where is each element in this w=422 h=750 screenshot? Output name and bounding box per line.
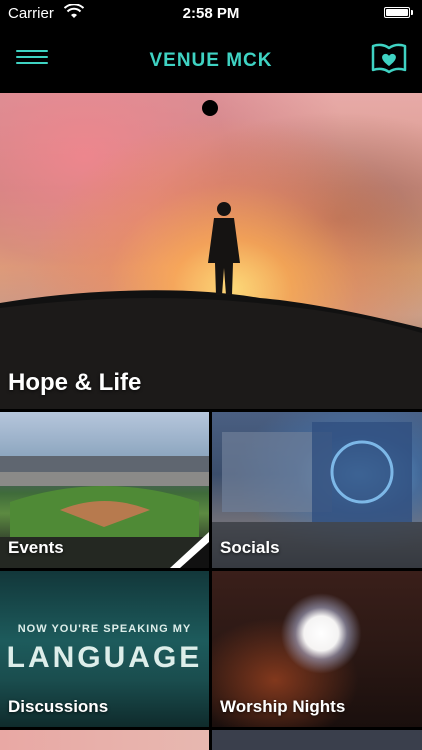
tile-label: Hope & Life (8, 369, 142, 396)
tile-label: Worship Nights (220, 697, 346, 716)
camera-notch-dot (202, 100, 218, 116)
tile-label: Socials (220, 538, 280, 557)
art-text-line1: NOW YOU'RE SPEAKING MY (17, 623, 192, 635)
tile-label: Events (8, 538, 64, 557)
tile-discussions[interactable]: NOW YOU'RE SPEAKING MY LANGUAGE Discussi… (0, 571, 209, 727)
tile-worship-nights[interactable]: Worship Nights (212, 571, 422, 727)
tile-label: Discussions (8, 697, 109, 716)
status-time: 2:58 PM (182, 5, 240, 22)
art-text-line2: LANGUAGE (6, 641, 203, 674)
tile-events[interactable]: Events (0, 412, 209, 568)
hero-silhouette-image (0, 202, 422, 409)
app-title: VENUE MCK (149, 50, 273, 71)
battery-icon (384, 7, 413, 18)
tile-socials[interactable]: Socials (212, 412, 422, 568)
tile-hope-and-life[interactable]: Hope & Life (0, 93, 422, 409)
next-tile-left-peek (0, 730, 209, 750)
nav-bar: VENUE MCK (0, 28, 422, 92)
next-tile-right-peek (212, 730, 422, 750)
bible-heart-icon[interactable] (370, 40, 408, 78)
status-bar: Carrier 2:58 PM (0, 0, 422, 28)
